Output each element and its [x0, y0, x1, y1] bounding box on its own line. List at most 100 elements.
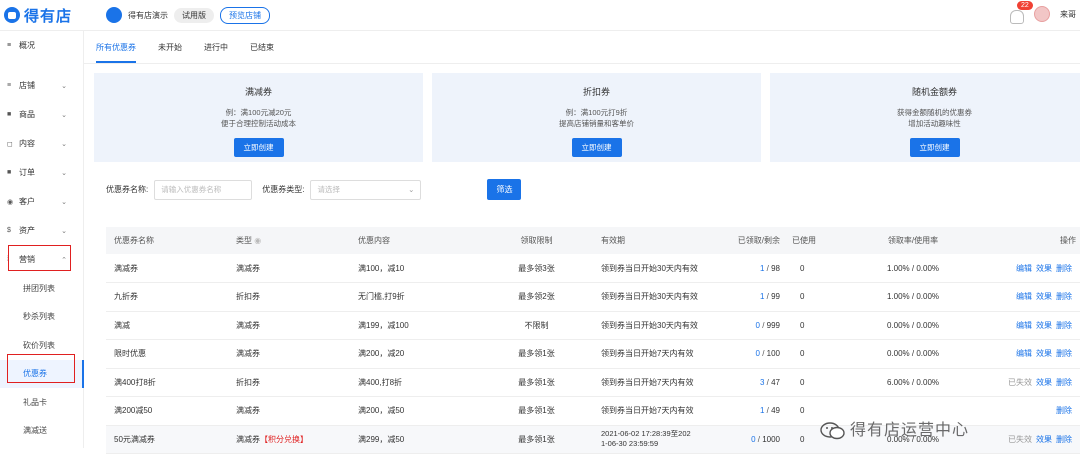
cell-type: 折扣券 [228, 282, 350, 312]
row-action-0[interactable]: 编辑 [1016, 349, 1032, 358]
tab-all-coupons[interactable]: 所有优惠券 [96, 38, 136, 63]
cell-used: 0 [784, 254, 854, 283]
sidebar-item-customers[interactable]: ◉ 客户 ⌄ [0, 187, 83, 216]
row-action-1[interactable]: 效果 [1036, 378, 1052, 387]
remain-count: 99 [771, 292, 780, 302]
col-header-claimed: 已领取/剩余 [737, 236, 780, 245]
row-action-1[interactable]: 效果 [1036, 349, 1052, 358]
cell-validity: 领到券当日开始7天内有效 [593, 368, 709, 397]
watermark-text: 得有店运营中心 [850, 420, 970, 439]
row-action-2[interactable]: 删除 [1056, 321, 1072, 330]
card-desc: 获得金额随机的优惠券 [897, 108, 972, 117]
dashboard-icon: ≡ [7, 41, 12, 49]
coupon-status-tabs: 所有优惠券 未开始 进行中 已结束 [96, 38, 296, 63]
sidebar: ≡ 概况 ≡ 店铺 ⌄ ■ 商品 ⌄ ◻ 内容 ⌄ ■ 订单 ⌄ ◉ 客户 ⌄ $ 资产 ⌄ ⁞ 营销 ⌃ … [0, 31, 84, 448]
filter-bar: 优惠券名称: 请输入优惠券名称 优惠券类型: 请选择 ⌄ 筛选 [106, 179, 522, 200]
row-action-1[interactable]: 效果 [1036, 264, 1052, 273]
sidebar-sub-flash-sale[interactable]: 秒杀列表 [0, 303, 83, 332]
username[interactable]: 来哥 [1060, 9, 1080, 20]
cell-rate: 0.00% / 0.00% [854, 339, 972, 369]
cell-used: 0 [784, 339, 854, 369]
row-action-2[interactable]: 删除 [1056, 378, 1072, 387]
trial-badge: 试用版 [174, 7, 214, 23]
row-action-0[interactable]: 删除 [1056, 406, 1072, 415]
row-action-1[interactable]: 效果 [1036, 435, 1052, 444]
create-random-amount-button[interactable]: 立即创建 [909, 138, 960, 157]
sidebar-item-label: 店铺 [19, 81, 35, 90]
sidebar-item-assets[interactable]: $ 资产 ⌄ [0, 216, 83, 245]
help-icon[interactable]: ◉ [254, 236, 261, 245]
remain-count: 47 [771, 377, 780, 387]
preview-store-button[interactable]: 预览店铺 [220, 6, 270, 24]
customers-icon: ◉ [7, 198, 14, 206]
create-full-reduction-button[interactable]: 立即创建 [233, 138, 284, 157]
cell-claimed: 1 / 99 [709, 282, 784, 312]
validity: 领到券当日开始7天内有效 [601, 406, 694, 416]
col-header-type: 类型 ◉ [228, 227, 350, 254]
cell-rate: 6.00% / 0.00% [854, 368, 972, 397]
notification-bell-icon[interactable]: 22 [1010, 1, 1033, 24]
cell-name: 九折券 [106, 282, 228, 312]
tab-ended[interactable]: 已结束 [250, 38, 274, 63]
row-action-2[interactable]: 删除 [1056, 292, 1072, 301]
tab-divider [84, 63, 1080, 64]
row-action-2[interactable]: 删除 [1056, 435, 1072, 444]
tab-not-started[interactable]: 未开始 [158, 38, 182, 63]
sidebar-item-goods[interactable]: ■ 商品 ⌄ [0, 100, 83, 129]
tab-in-progress[interactable]: 进行中 [204, 38, 228, 63]
sidebar-item-store[interactable]: ≡ 店铺 ⌄ [0, 71, 83, 100]
cell-actions: 编辑 效果 删除 [972, 254, 1080, 283]
brand-logo[interactable]: 得有店 [0, 5, 88, 26]
row-action-1[interactable]: 效果 [1036, 292, 1052, 301]
sidebar-item-overview[interactable]: ≡ 概况 [0, 31, 83, 59]
cell-validity: 领到券当日开始7天内有效 [593, 396, 709, 426]
cell-limit: 最多领3张 [480, 254, 593, 283]
card-full-reduction: 满减券 例：满100元减20元 便于合理控制活动成本 立即创建 [94, 73, 423, 162]
coupon-type-select[interactable]: 请选择 ⌄ [310, 179, 422, 200]
type-text: 满减券 [236, 406, 260, 416]
shop-switcher[interactable]: 得有店演示 试用版 [106, 7, 214, 23]
chevron-down-icon: ⌄ [61, 198, 67, 206]
row-action-1[interactable]: 效果 [1036, 321, 1052, 330]
chevron-down-icon: ⌄ [61, 82, 67, 90]
row-action-0[interactable]: 编辑 [1016, 321, 1032, 330]
top-bar: 得有店 得有店演示 试用版 预览店铺 22 来哥 [0, 0, 1080, 31]
col-header-content: 优惠内容 [358, 236, 390, 245]
cell-validity: 2021-06-02 17:28:39至202 1-06-30 23:59:59 [593, 425, 709, 454]
user-avatar[interactable] [1034, 6, 1050, 22]
cell-used: 0 [784, 311, 854, 340]
table-row: 限时优惠 满减券 满200，减20 最多领1张 领到券当日开始7天内有效 0 / 100 0… [106, 339, 1080, 369]
cell-name: 满减 [106, 311, 228, 340]
sidebar-sub-full-reduction[interactable]: 满减送 [0, 417, 83, 446]
row-action-0[interactable]: 编辑 [1016, 292, 1032, 301]
remain-count: 49 [771, 406, 780, 416]
shop-avatar-icon [106, 7, 122, 23]
table-row: 满减券 满减券 满100，减10 最多领3张 领到券当日开始30天内有效 1 / 98 0 1… [106, 254, 1080, 283]
sidebar-item-content[interactable]: ◻ 内容 ⌄ [0, 129, 83, 158]
cell-type: 满减券【积分兑换】 [228, 425, 350, 454]
create-discount-button[interactable]: 立即创建 [571, 138, 622, 157]
validity: 领到券当日开始30天内有效 [601, 320, 698, 330]
type-text: 折扣券 [236, 377, 260, 387]
chevron-down-icon: ⌄ [61, 111, 67, 119]
sidebar-sub-group-list[interactable]: 拼团列表 [0, 274, 83, 303]
coupon-name-input[interactable]: 请输入优惠券名称 [154, 179, 253, 200]
cell-claimed: 3 / 47 [709, 368, 784, 397]
card-desc: 例：满100元打9折 [565, 108, 628, 117]
filter-button[interactable]: 筛选 [487, 179, 522, 200]
sidebar-item-label: 内容 [19, 139, 35, 148]
cell-content: 满200，减20 [350, 339, 480, 369]
sidebar-item-label: 客户 [19, 197, 35, 206]
remain-count: 1000 [762, 434, 780, 444]
sidebar-item-label: 订单 [19, 168, 35, 177]
sidebar-sub-gift-card[interactable]: 礼品卡 [0, 388, 83, 417]
cell-limit: 不限制 [480, 311, 593, 340]
sidebar-item-orders[interactable]: ■ 订单 ⌄ [0, 158, 83, 187]
cell-limit: 最多领1张 [480, 425, 593, 454]
shop-name: 得有店演示 [128, 10, 168, 20]
row-action-0[interactable]: 编辑 [1016, 264, 1032, 273]
coupon-type-label: 优惠券类型: [262, 185, 305, 194]
table-header-row: 优惠券名称 类型 ◉ 优惠内容 领取限制 有效期 已领取/剩余 已使用 领取率/… [106, 227, 1080, 254]
row-action-2[interactable]: 删除 [1056, 349, 1072, 358]
row-action-2[interactable]: 删除 [1056, 264, 1072, 273]
